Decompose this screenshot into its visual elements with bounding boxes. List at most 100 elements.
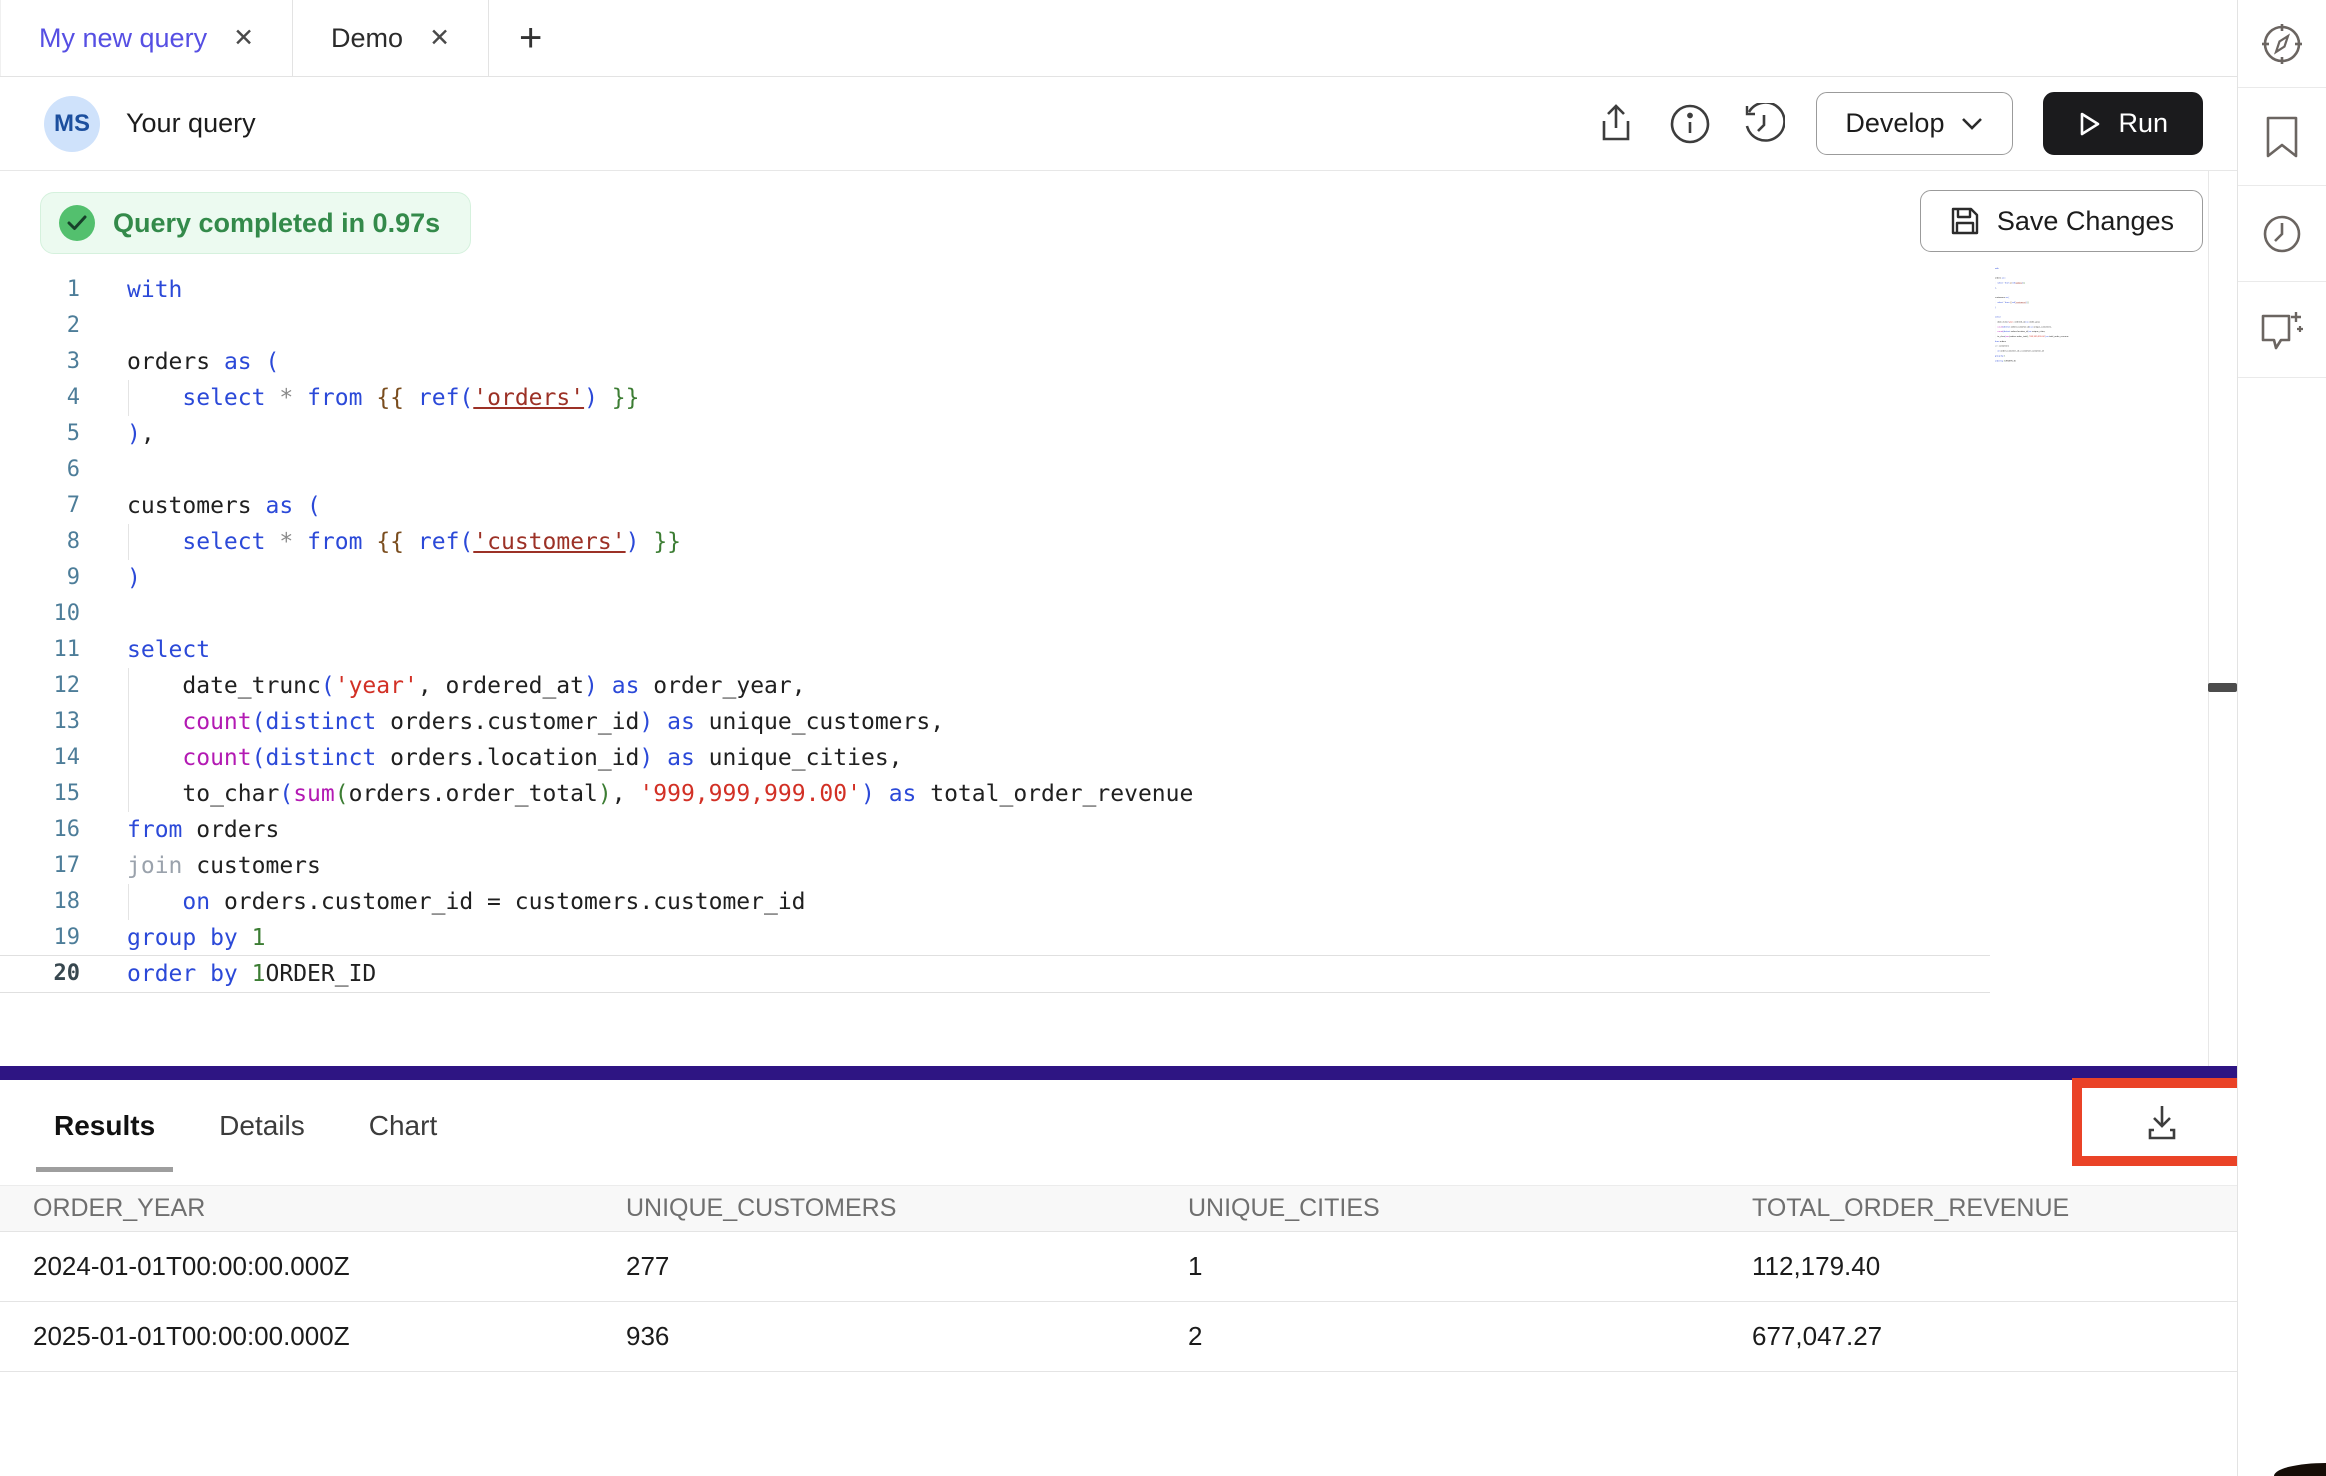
query-header: MS Your query Develop [0,77,2237,171]
info-button[interactable] [1668,102,1712,146]
code-line-12[interactable]: 12 date_trunc('year', ordered_at) as ord… [0,668,2208,704]
line-number: 11 [0,632,80,668]
code-line-20[interactable]: 20order by 1ORDER_ID [1995,358,2200,363]
code-line-6[interactable]: 6 [0,452,2208,488]
sidebar-item-history[interactable] [2238,186,2326,282]
code-text: on orders.customer_id = customers.custom… [127,884,806,920]
run-label: Run [2118,108,2168,139]
line-number: 15 [0,776,80,812]
code-line-11[interactable]: 11select [0,632,2208,668]
tab-label: Demo [331,23,403,54]
tab-results-label: Results [54,1110,155,1142]
sidebar-item-bookmarks[interactable] [2238,88,2326,186]
cell-total-order-revenue: 112,179.40 [1719,1251,2237,1282]
code-line-18[interactable]: 18 on orders.customer_id = customers.cus… [0,884,2208,920]
results-tab-bar: Results Details Chart [0,1080,2237,1172]
sidebar-item-explore[interactable] [2238,0,2326,88]
info-icon [1669,103,1711,145]
code-text: select * from {{ ref('orders') }} [127,380,639,416]
sidebar-item-ai-assistant[interactable] [2238,282,2326,378]
code-line-3[interactable]: 3orders as ( [0,344,2208,380]
code-line-14[interactable]: 14 count(distinct orders.location_id) as… [0,740,2208,776]
panel-resize-handle[interactable] [2208,683,2237,692]
code-text: order by 1ORDER_ID [1995,358,2016,363]
cell-total-order-revenue: 677,047.27 [1719,1321,2237,1352]
code-line-17[interactable]: 17join customers [0,848,2208,884]
save-changes-button[interactable]: Save Changes [1920,190,2203,252]
table-row[interactable]: 2025-01-01T00:00:00.000Z 936 2 677,047.2… [0,1302,2237,1372]
table-header-row: ORDER_YEAR UNIQUE_CUSTOMERS UNIQUE_CITIE… [0,1185,2237,1232]
download-results-button[interactable] [2082,1088,2242,1156]
check-circle-icon [59,205,95,241]
tab-results[interactable]: Results [36,1080,173,1172]
line-number: 14 [0,740,80,776]
code-text: to_char(sum(orders.order_total), '999,99… [127,776,1193,812]
code-line-16[interactable]: 16from orders [0,812,2208,848]
results-table: ORDER_YEAR UNIQUE_CUSTOMERS UNIQUE_CITIE… [0,1185,2237,1372]
code-text: ), [1995,285,1996,290]
code-text: order by 1ORDER_ID [127,956,376,992]
line-number: 10 [0,596,80,632]
share-button[interactable] [1594,102,1638,146]
code-text: orders as ( [127,344,279,380]
line-number: 7 [0,488,80,524]
code-line-15[interactable]: 15 to_char(sum(orders.order_total), '999… [0,776,2208,812]
tab-label: My new query [39,23,207,54]
code-line-1[interactable]: 1with [0,272,2208,308]
code-text: customers as ( [127,488,321,524]
line-number: 13 [0,704,80,740]
column-header[interactable]: ORDER_YEAR [0,1194,593,1223]
cell-order-year: 2024-01-01T00:00:00.000Z [0,1251,593,1282]
column-header[interactable]: UNIQUE_CUSTOMERS [593,1194,1155,1223]
tab-my-new-query[interactable]: My new query ✕ [0,0,293,76]
code-line-2[interactable]: 2 [0,308,2208,344]
column-header[interactable]: TOTAL_ORDER_REVENUE [1719,1194,2237,1223]
close-icon[interactable]: ✕ [233,26,254,51]
tab-details-label: Details [219,1110,305,1142]
code-line-7[interactable]: 7 customers as ( [0,488,2208,524]
code-line-8[interactable]: 8 select * from {{ ref('customers') }} [0,524,2208,560]
history-button[interactable] [1742,102,1786,146]
code-area[interactable]: 1with23orders as (4 select * from {{ ref… [0,272,2208,992]
line-number: 8 [0,524,80,560]
line-number: 12 [0,668,80,704]
tab-chart-label: Chart [369,1110,437,1142]
save-changes-label: Save Changes [1997,206,2174,237]
code-line-19[interactable]: 19group by 1 [0,920,2208,956]
line-number: 5 [0,416,80,452]
tab-demo[interactable]: Demo ✕ [293,0,489,76]
develop-button[interactable]: Develop [1816,92,2013,155]
line-number: 6 [0,452,80,488]
table-row[interactable]: 2024-01-01T00:00:00.000Z 277 1 112,179.4… [0,1232,2237,1302]
line-number: 16 [0,812,80,848]
line-number: 19 [0,920,80,956]
column-header[interactable]: UNIQUE_CITIES [1155,1194,1719,1223]
code-text: select * from {{ ref('orders') }} [1995,281,2025,286]
cell-unique-customers: 936 [593,1321,1155,1352]
code-line-5[interactable]: 5), [0,416,2208,452]
code-line-10[interactable]: 10 [0,596,2208,632]
line-number: 20 [0,956,80,992]
new-tab-button[interactable]: + [489,0,572,76]
code-text: ), [127,416,155,452]
status-message: Query completed in 0.97s [113,208,440,239]
close-icon[interactable]: ✕ [429,26,450,51]
code-line-4[interactable]: 4 select * from {{ ref('orders') }} [0,380,2208,416]
code-text: select * from {{ ref('customers') }} [1995,300,2029,305]
run-button[interactable]: Run [2043,92,2203,155]
plus-icon: + [519,16,542,61]
history-clock-icon [1743,103,1785,145]
play-icon [2078,111,2102,137]
code-line-9[interactable]: 9) [0,560,2208,596]
code-line-20[interactable]: 20 order by 1ORDER_ID [0,956,1990,992]
code-text: ) [127,560,141,596]
code-minimap[interactable]: 1with23orders as (4 select * from {{ ref… [1995,266,2200,396]
code-line-13[interactable]: 13 count(distinct orders.customer_id) as… [0,704,2208,740]
tab-chart[interactable]: Chart [351,1080,455,1172]
code-text: with [1995,266,1999,271]
code-text: select * from {{ ref('customers') }} [127,524,681,560]
tab-details[interactable]: Details [201,1080,323,1172]
code-text: join customers [127,848,321,884]
code-text: count(distinct orders.location_id) as un… [127,740,903,776]
results-divider-bar[interactable] [0,1066,2237,1080]
